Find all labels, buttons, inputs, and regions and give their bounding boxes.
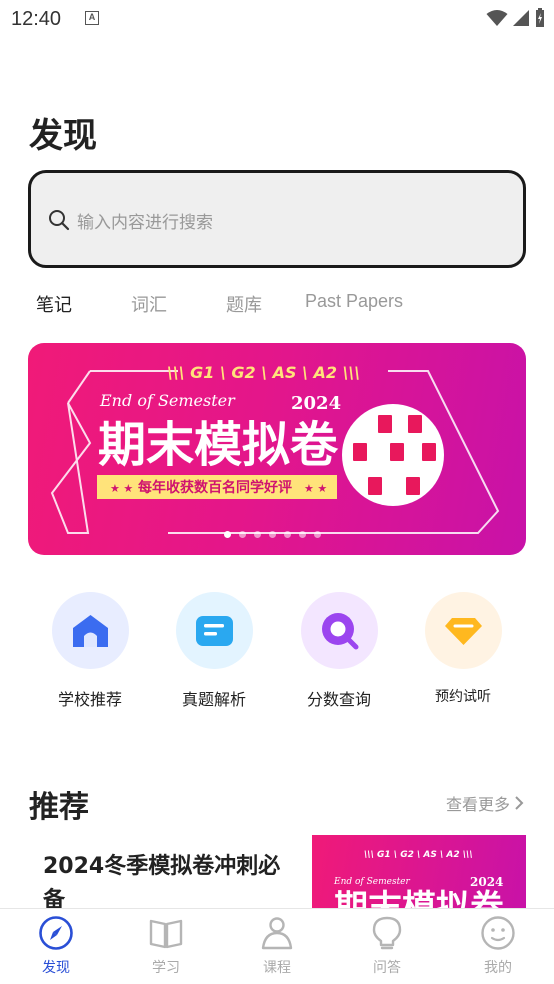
search-placeholder: 输入内容进行搜索 bbox=[77, 213, 213, 233]
status-time: 12:40 bbox=[11, 8, 62, 30]
shortcut-icon-bg bbox=[300, 592, 378, 669]
battery-icon bbox=[536, 8, 544, 27]
tab-notes[interactable]: 笔记 bbox=[36, 291, 72, 317]
banner-tagline: 每年收获数百名同学好评 bbox=[138, 479, 292, 496]
shortcut-book-trial[interactable]: 预约试听 bbox=[403, 592, 523, 706]
shortcut-icon-bg bbox=[175, 592, 253, 669]
shortcut-label: 真题解析 bbox=[181, 690, 246, 709]
lightbulb-icon bbox=[372, 916, 402, 950]
compass-icon bbox=[39, 916, 73, 950]
shortcut-icon-bg bbox=[424, 592, 502, 669]
thumb-subtitle: End of Semester bbox=[333, 877, 411, 887]
nav-profile[interactable]: 我的 bbox=[463, 915, 533, 977]
pagination-dot[interactable] bbox=[239, 531, 246, 538]
banner-title: 期末模拟卷 bbox=[98, 417, 339, 473]
banner-stars-left: ★ ★ bbox=[110, 482, 133, 495]
person-icon bbox=[261, 917, 293, 950]
banner-levels: \\\ G1 \ G2 \ AS \ A2 \\\ bbox=[167, 363, 360, 382]
section-title-recommend: 推荐 bbox=[29, 790, 89, 825]
shortcut-label: 分数查询 bbox=[306, 690, 371, 709]
shortcut-icon-bg bbox=[51, 592, 129, 669]
thumb-year: 2024 bbox=[470, 875, 503, 889]
search-icon bbox=[49, 210, 70, 231]
school-icon bbox=[72, 615, 108, 647]
pagination-dot[interactable] bbox=[314, 531, 321, 538]
banner-stars-right: ★ ★ bbox=[304, 482, 327, 495]
page-title: 发现 bbox=[29, 116, 97, 156]
see-more-link[interactable]: 查看更多 bbox=[446, 791, 524, 815]
shortcut-label: 预约试听 bbox=[435, 689, 491, 705]
banner-pagination bbox=[224, 531, 321, 538]
nav-discover[interactable]: 发现 bbox=[21, 915, 91, 977]
shortcut-past-paper-analysis[interactable]: 真题解析 bbox=[154, 592, 274, 710]
diamond-icon bbox=[444, 618, 482, 645]
signal-icon bbox=[513, 10, 529, 26]
nav-courses[interactable]: 课程 bbox=[242, 915, 312, 977]
banner-year: 2024 bbox=[291, 393, 341, 414]
bottom-nav: 发现 学习 课程 问答 我的 bbox=[0, 908, 554, 984]
chevron-right-icon bbox=[515, 796, 524, 810]
nav-label: 发现 bbox=[42, 960, 70, 976]
pagination-dot[interactable] bbox=[224, 531, 231, 538]
status-bar: 12:40 A bbox=[0, 0, 554, 38]
tab-question-bank[interactable]: 题库 bbox=[226, 291, 262, 317]
banner-subtitle: End of Semester bbox=[99, 391, 236, 410]
see-more-label: 查看更多 bbox=[445, 795, 510, 814]
banner-graphic: \\\ G1 \ G2 \ AS \ A2 \\\ End of Semeste… bbox=[50, 363, 500, 534]
shortcut-score-query[interactable]: 分数查询 bbox=[279, 592, 399, 710]
shortcut-school-recommend[interactable]: 学校推荐 bbox=[30, 592, 150, 710]
recommend-card-thumbnail[interactable]: \\\ G1 \ G2 \ AS \ A2 \\\ End of Semeste… bbox=[312, 835, 526, 915]
book-icon bbox=[149, 919, 183, 949]
promo-banner[interactable]: \\\ G1 \ G2 \ AS \ A2 \\\ End of Semeste… bbox=[28, 343, 526, 555]
notification-icon: A bbox=[85, 11, 99, 25]
pagination-dot[interactable] bbox=[254, 531, 261, 538]
shortcut-grid: 学校推荐 真题解析 分数查询 预约试听 bbox=[0, 592, 554, 712]
nav-label: 学习 bbox=[152, 960, 180, 976]
wifi-icon bbox=[486, 10, 508, 26]
nav-study[interactable]: 学习 bbox=[131, 915, 201, 977]
document-icon bbox=[195, 616, 233, 646]
thumb-levels: \\\ G1 \ G2 \ AS \ A2 \\\ bbox=[364, 850, 473, 860]
nav-label: 问答 bbox=[373, 960, 401, 976]
shortcut-label: 学校推荐 bbox=[57, 690, 122, 709]
magnifier-icon bbox=[321, 613, 358, 650]
pagination-dot[interactable] bbox=[299, 531, 306, 538]
nav-qa[interactable]: 问答 bbox=[352, 915, 422, 977]
search-input[interactable]: 输入内容进行搜索 bbox=[28, 170, 526, 268]
tab-past-papers[interactable]: Past Papers bbox=[305, 291, 403, 312]
thumbnail-graphic: \\\ G1 \ G2 \ AS \ A2 \\\ End of Semeste… bbox=[333, 850, 505, 915]
pagination-dot[interactable] bbox=[269, 531, 276, 538]
tab-vocabulary[interactable]: 词汇 bbox=[131, 291, 167, 317]
smiley-icon bbox=[481, 916, 515, 950]
nav-label: 课程 bbox=[263, 960, 291, 976]
pagination-dot[interactable] bbox=[284, 531, 291, 538]
nav-label: 我的 bbox=[484, 960, 512, 976]
status-icons bbox=[486, 8, 546, 28]
